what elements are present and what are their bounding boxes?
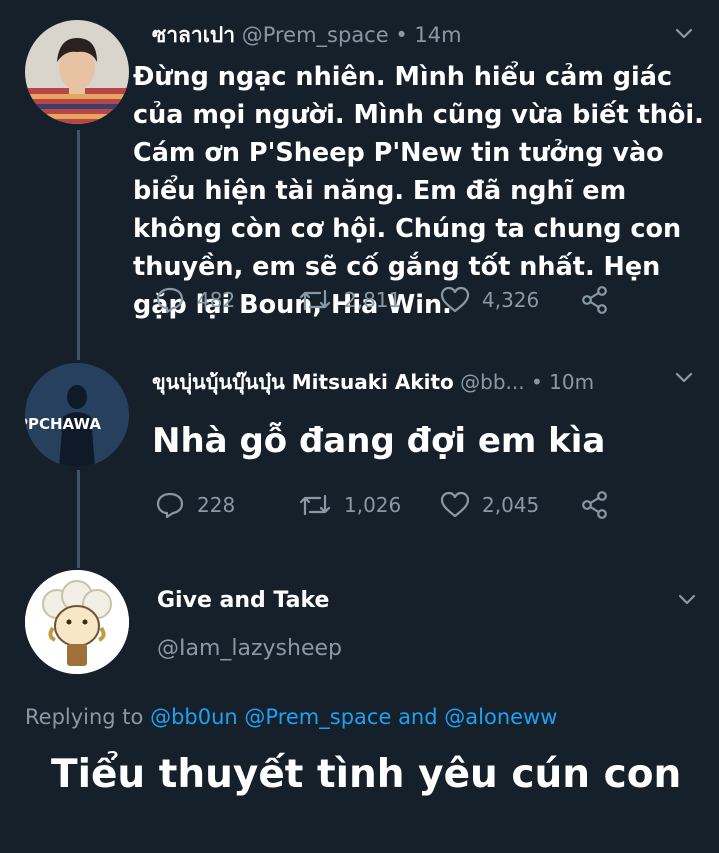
mention-link[interactable]: @Prem_space — [244, 705, 391, 729]
reply-button[interactable]: 228 — [155, 490, 235, 520]
like-count: 4,326 — [482, 288, 540, 312]
like-button[interactable]: 4,326 — [440, 285, 539, 315]
chevron-down-icon[interactable] — [673, 366, 695, 388]
avatar[interactable] — [25, 20, 129, 124]
like-count: 2,045 — [482, 493, 540, 517]
reply-count: 482 — [197, 288, 236, 312]
share-button[interactable] — [580, 285, 622, 315]
and-word: and — [398, 705, 438, 729]
retweet-icon — [299, 289, 331, 311]
like-button[interactable]: 2,045 — [440, 490, 539, 520]
timestamp[interactable]: 14m — [414, 23, 461, 47]
chevron-down-icon[interactable] — [673, 22, 695, 44]
separator: • — [395, 23, 408, 47]
replying-prefix: Replying to — [25, 705, 144, 729]
thread-line — [77, 470, 80, 568]
retweet-count: 1,026 — [344, 493, 402, 517]
display-name[interactable]: ขุนบุ่นบุ้นบุ๊นบุ๋น Mitsuaki Akito — [152, 370, 454, 394]
display-name[interactable]: ซาลาเปา — [152, 23, 235, 47]
replying-to: Replying to @bb0un @Prem_space and @alon… — [25, 705, 557, 729]
tweet-actions: 482 2,811 4,326 — [155, 284, 655, 316]
tweet-header: ขุนบุ่นบุ้นบุ๊นบุ๋น Mitsuaki Akito @bb..… — [152, 366, 594, 398]
retweet-button[interactable]: 1,026 — [298, 490, 401, 520]
handle[interactable]: @bb... — [460, 370, 524, 394]
share-button[interactable] — [580, 490, 622, 520]
tweet-header: ซาลาเปา @Prem_space • 14m — [152, 19, 462, 52]
retweet-icon — [299, 494, 331, 516]
tweet-actions: 228 1,026 2,045 — [155, 489, 655, 521]
reply-icon — [156, 492, 184, 519]
reply-count: 228 — [197, 493, 236, 517]
tweet-text: Tiểu thuyết tình yêu cún con — [51, 752, 682, 797]
retweet-count: 2,811 — [344, 288, 402, 312]
reply-icon — [156, 287, 184, 314]
share-icon — [582, 286, 607, 314]
handle[interactable]: @Prem_space — [242, 23, 389, 47]
avatar[interactable]: PPCHAWA — [25, 363, 129, 467]
heart-icon — [440, 286, 470, 313]
chevron-down-icon[interactable] — [676, 588, 698, 610]
avatar-label: PPCHAWA — [25, 415, 101, 433]
tweet-text: Nhà gỗ đang đợi em kìa — [152, 421, 606, 461]
thread-line — [77, 130, 80, 360]
share-icon — [582, 491, 607, 519]
handle[interactable]: @Iam_lazysheep — [157, 636, 342, 661]
timestamp[interactable]: 10m — [549, 370, 594, 394]
heart-icon — [440, 491, 470, 518]
separator: • — [530, 370, 543, 394]
reply-button[interactable]: 482 — [155, 285, 235, 315]
avatar[interactable] — [25, 570, 129, 674]
display-name[interactable]: Give and Take — [157, 588, 329, 613]
mention-link[interactable]: @aloneww — [444, 705, 557, 729]
mention-link[interactable]: @bb0un — [150, 705, 238, 729]
retweet-button[interactable]: 2,811 — [298, 285, 401, 315]
